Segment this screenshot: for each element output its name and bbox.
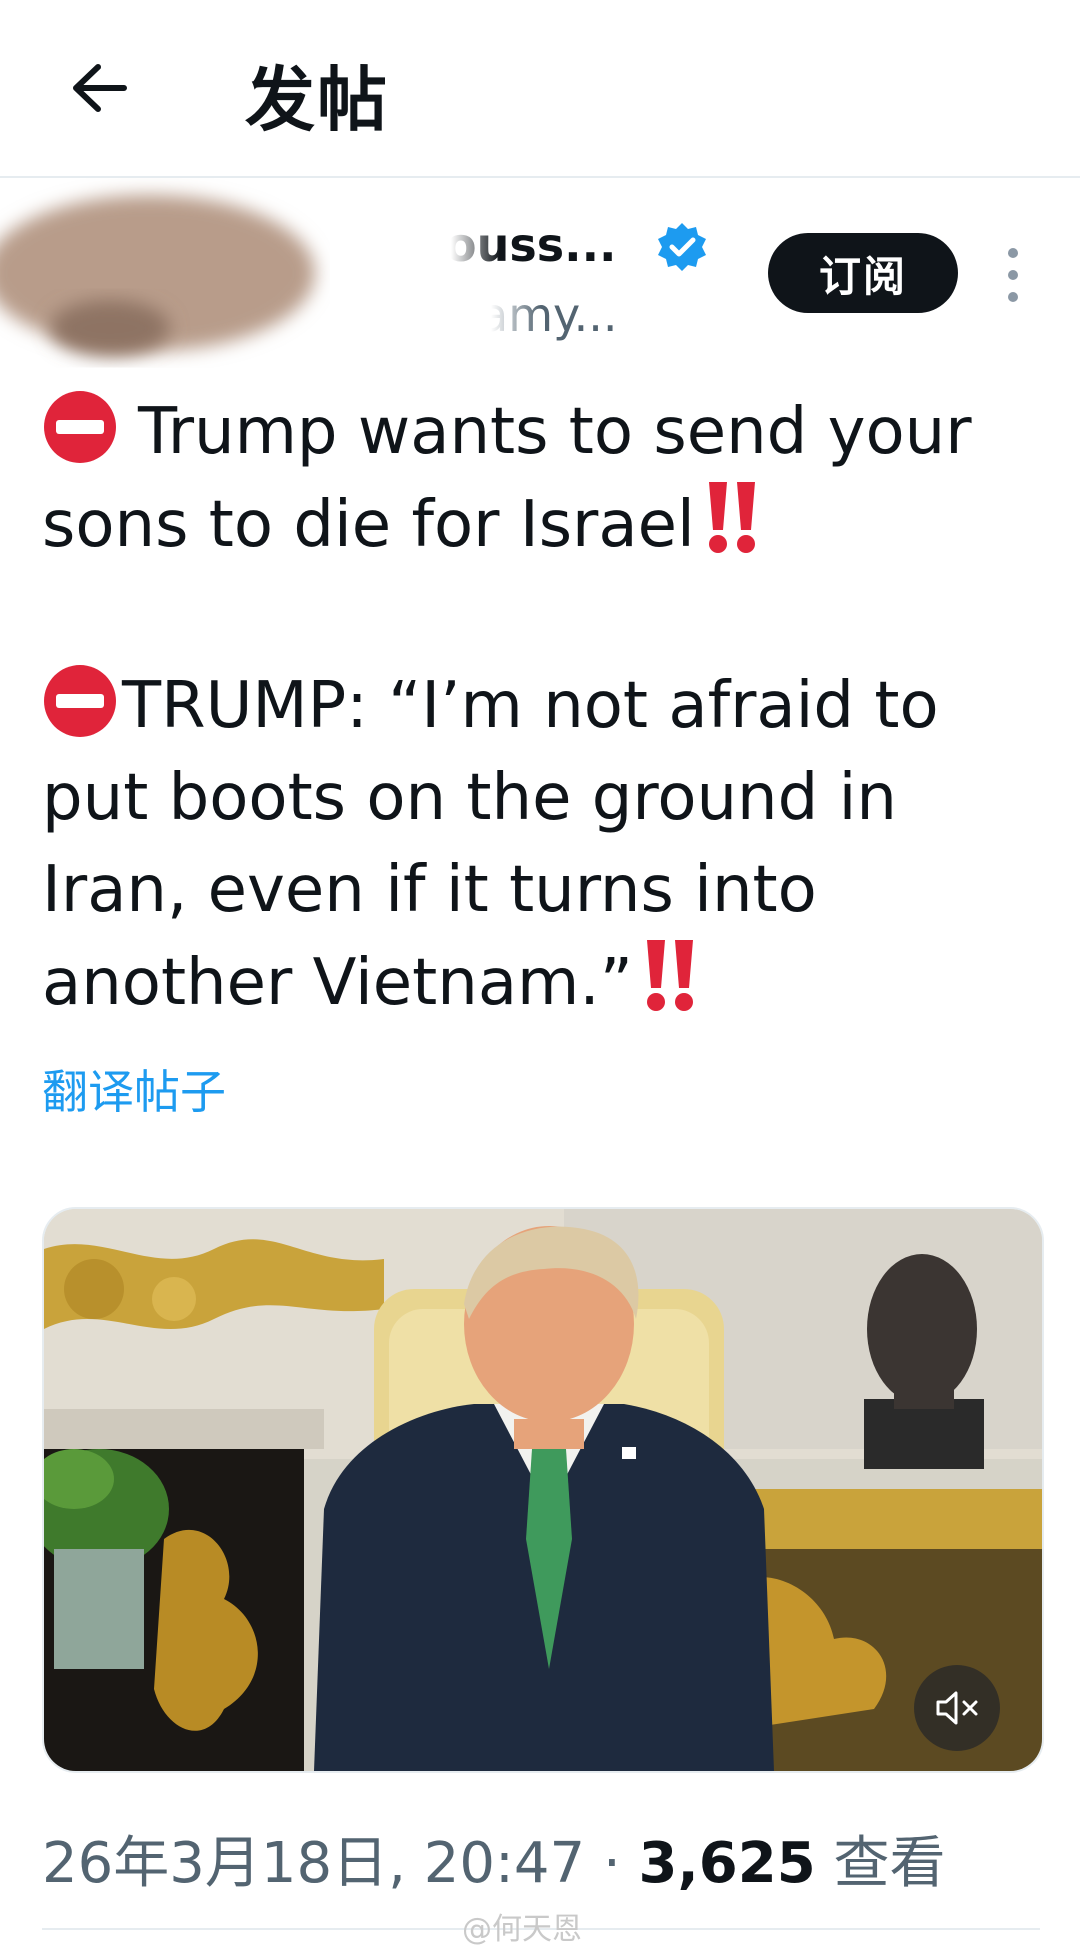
view-count-label: 查看 (833, 1831, 946, 1896)
post-paragraph-1: Trump wants to send your sons to die for… (42, 386, 1052, 571)
video-frame (44, 1209, 1042, 1771)
post-meta: 26年3月18日, 20:47 · 3,625 查看 (42, 1818, 946, 1899)
name-redaction (430, 214, 500, 278)
redacted-avatar-blur (0, 195, 315, 356)
handle-redaction (470, 282, 540, 352)
no-entry-emoji-icon (44, 391, 116, 463)
post-paragraph-2: TRUMP: “I’m not afraid to put boots on t… (42, 660, 1052, 1029)
view-count: 3,625 (638, 1831, 816, 1896)
page-title: 发帖 (245, 59, 389, 141)
no-entry-emoji-icon (44, 665, 116, 737)
translate-post-link[interactable]: 翻译帖子 (42, 1056, 226, 1122)
speaker-muted-icon (936, 1691, 978, 1725)
more-options-icon[interactable] (996, 243, 1030, 307)
top-bar: 发帖 (0, 0, 1080, 178)
verified-badge-icon (658, 223, 706, 271)
watermark: @何天恩 (462, 1912, 582, 1947)
double-exclamation-emoji-icon (708, 482, 755, 553)
mute-toggle[interactable] (914, 1665, 1000, 1751)
double-exclamation-emoji-icon (646, 940, 693, 1011)
paragraph-1-text: Trump wants to send your sons to die for… (42, 395, 972, 562)
post-timestamp: 26年3月18日, 20:47 (42, 1831, 586, 1896)
author-row: ouss... amy... 订阅 (0, 178, 1080, 378)
paragraph-2-text: TRUMP: “I’m not afraid to put boots on t… (42, 669, 939, 1020)
post-video[interactable] (42, 1207, 1044, 1773)
back-arrow-icon[interactable] (58, 48, 138, 128)
meta-separator: · (585, 1831, 639, 1896)
subscribe-button[interactable]: 订阅 (768, 233, 958, 313)
